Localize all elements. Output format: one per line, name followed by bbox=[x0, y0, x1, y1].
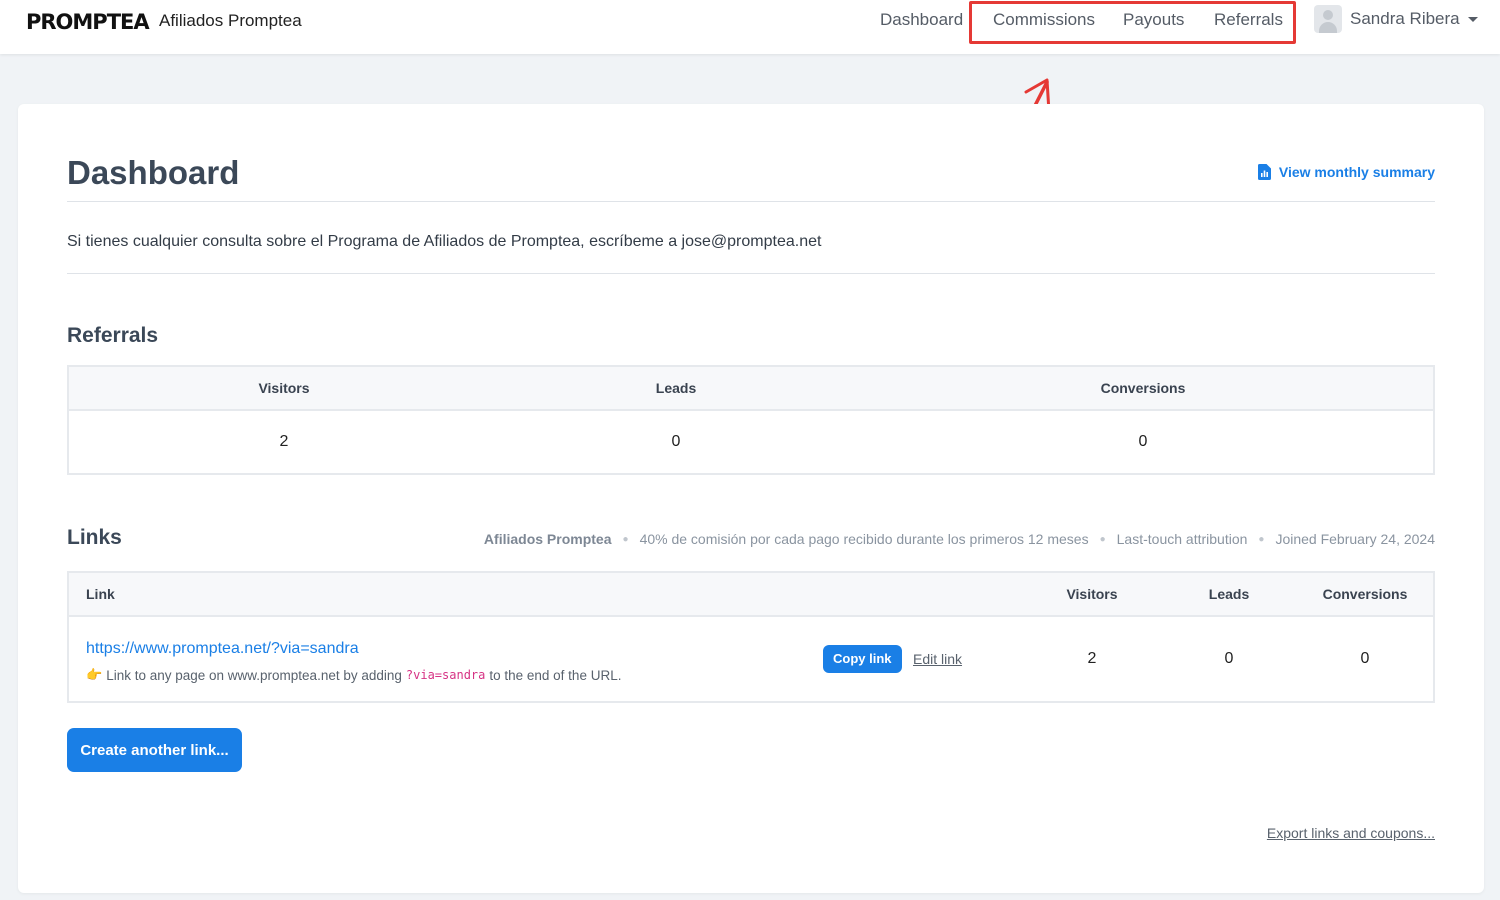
pointing-hand-icon: 👉 bbox=[86, 667, 103, 682]
view-monthly-summary-link[interactable]: View monthly summary bbox=[1257, 164, 1435, 180]
user-menu[interactable]: Sandra Ribera bbox=[1314, 4, 1478, 34]
nav-dashboard[interactable]: Dashboard bbox=[880, 10, 963, 30]
referrals-visitors-value: 2 bbox=[279, 433, 289, 450]
hint-prefix: Link to any page on www.promptea.net by … bbox=[106, 667, 402, 683]
links-title: Links bbox=[67, 526, 122, 549]
joined-date: Joined February 24, 2024 bbox=[1275, 531, 1435, 547]
referrals-title: Referrals bbox=[67, 324, 159, 347]
link-hint: 👉 Link to any page on www.promptea.net b… bbox=[86, 667, 621, 683]
top-navbar: PROMPTEA Afiliados Promptea Dashboard Co… bbox=[0, 0, 1500, 54]
copy-link-button[interactable]: Copy link bbox=[823, 645, 902, 673]
referrals-header-visitors: Visitors bbox=[258, 380, 310, 396]
referrals-table-header: Visitors Leads Conversions bbox=[69, 367, 1433, 411]
separator-dot: ● bbox=[622, 533, 629, 545]
report-icon bbox=[1257, 164, 1271, 180]
links-header-leads: Leads bbox=[1208, 586, 1250, 602]
promptea-logo[interactable]: PROMPTEA bbox=[26, 10, 150, 34]
avatar bbox=[1314, 5, 1342, 33]
links-table: Link Visitors Leads Conversions https://… bbox=[67, 571, 1435, 703]
links-header-link: Link bbox=[86, 586, 115, 602]
links-table-header: Link Visitors Leads Conversions bbox=[69, 573, 1433, 617]
link-conversions-value: 0 bbox=[1360, 650, 1370, 667]
chevron-down-icon bbox=[1467, 16, 1478, 22]
dashboard-card: Dashboard View monthly summary Si tienes… bbox=[18, 104, 1484, 893]
create-another-link-button[interactable]: Create another link... bbox=[67, 728, 242, 772]
annotation-highlight-box bbox=[969, 1, 1296, 44]
view-monthly-summary-label: View monthly summary bbox=[1278, 164, 1435, 180]
referrals-conversions-value: 0 bbox=[1138, 433, 1148, 450]
page-title: Dashboard bbox=[67, 154, 240, 191]
link-leads-value: 0 bbox=[1224, 650, 1234, 667]
program-name: Afiliados Promptea bbox=[483, 531, 612, 547]
title-divider bbox=[67, 201, 1435, 202]
brand-name[interactable]: Afiliados Promptea bbox=[159, 11, 302, 31]
commission-terms: 40% de comisión por cada pago recibido d… bbox=[639, 531, 1089, 547]
intro-text: Si tienes cualquier consulta sobre el Pr… bbox=[67, 233, 822, 250]
export-links-and-coupons-link[interactable]: Export links and coupons... bbox=[1267, 825, 1435, 841]
hint-suffix: to the end of the URL. bbox=[489, 667, 622, 683]
referrals-leads-value: 0 bbox=[671, 433, 681, 450]
edit-link[interactable]: Edit link bbox=[913, 651, 962, 667]
program-meta: Afiliados Promptea ● 40% de comisión por… bbox=[484, 531, 1435, 547]
separator-dot: ● bbox=[1099, 533, 1106, 545]
referrals-table: Visitors Leads Conversions 2 0 0 bbox=[67, 365, 1435, 475]
links-header-conversions: Conversions bbox=[1322, 586, 1408, 602]
referral-link-url[interactable]: https://www.promptea.net/?via=sandra bbox=[86, 640, 359, 658]
hint-code: ?via=sandra bbox=[405, 668, 486, 682]
attribution-type: Last-touch attribution bbox=[1116, 531, 1248, 547]
intro-divider bbox=[67, 273, 1435, 274]
user-name: Sandra Ribera bbox=[1350, 9, 1460, 28]
link-visitors-value: 2 bbox=[1087, 650, 1097, 667]
separator-dot: ● bbox=[1258, 533, 1265, 545]
links-header-visitors: Visitors bbox=[1066, 586, 1118, 602]
referrals-header-conversions: Conversions bbox=[1100, 380, 1186, 396]
referrals-header-leads: Leads bbox=[655, 380, 697, 396]
